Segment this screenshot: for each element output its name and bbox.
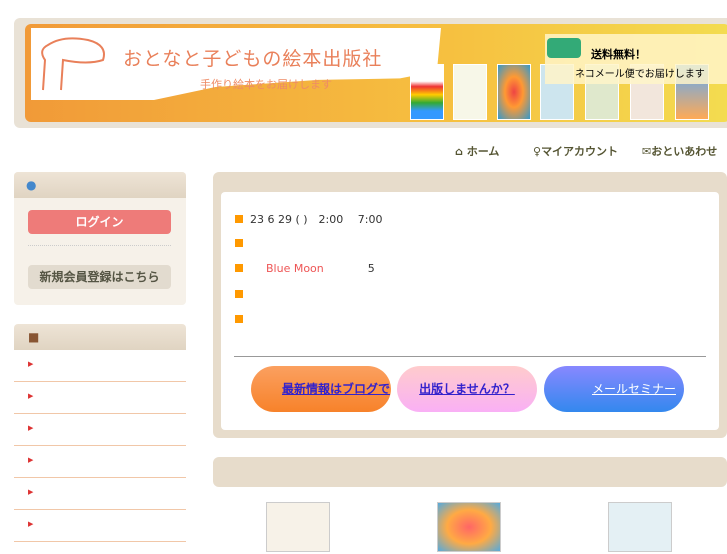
user-icon: ♀	[533, 145, 542, 158]
news-text: 23 6 29 ( ) 2:00 7:00	[250, 213, 383, 226]
home-icon: ⌂	[455, 145, 463, 158]
nav-label: ホーム	[466, 145, 500, 158]
category-item[interactable]: ▶	[14, 510, 186, 542]
seminar-button[interactable]: メールセミナー	[544, 366, 684, 412]
mail-icon: ✉	[642, 145, 652, 158]
bus-icon	[547, 38, 581, 58]
arrow-icon: ▶	[28, 424, 34, 432]
book-icon: ■	[28, 330, 40, 344]
category-item[interactable]: ▶	[14, 478, 186, 510]
blue-moon-link[interactable]: Blue Moon	[266, 262, 324, 275]
category-header: ■	[14, 324, 186, 350]
book-cover[interactable]	[497, 64, 531, 120]
category-item[interactable]: ▶	[14, 382, 186, 414]
shipping-text: ネコメール便でお届けします	[575, 69, 705, 80]
news-text: 5	[367, 262, 375, 275]
book-cover[interactable]	[453, 64, 487, 120]
category-item[interactable]: ▶	[14, 350, 186, 382]
blog-label: 最新情報はブログで	[281, 382, 390, 396]
news-panel: 23 6 29 ( ) 2:00 7:00 Blue Moon 5 最新情報はブロ…	[213, 172, 727, 438]
key-icon: ●	[26, 178, 37, 192]
giraffe-logo-icon	[41, 37, 105, 91]
arrow-icon: ▶	[28, 392, 34, 400]
bullet-icon	[235, 239, 243, 247]
news-item: 23 6 29 ( ) 2:00 7:00	[235, 211, 382, 227]
bullet-icon	[235, 315, 243, 323]
arrow-icon: ▶	[28, 488, 34, 496]
category-item[interactable]: ▶	[14, 414, 186, 446]
site-subtitle: 手作り絵本をお届けします	[200, 78, 332, 91]
category-item[interactable]: ▶	[14, 446, 186, 478]
news-item: Blue Moon 5	[235, 262, 375, 275]
news-item	[235, 313, 250, 326]
blog-button[interactable]: 最新情報はブログで	[251, 366, 391, 412]
bullet-icon	[235, 215, 243, 223]
book-cover[interactable]	[410, 64, 444, 120]
bullet-icon	[235, 264, 243, 272]
arrow-icon: ▶	[28, 456, 34, 464]
nav-contact[interactable]: ✉おといあわせ	[642, 143, 717, 159]
seminar-label: メールセミナー	[591, 382, 676, 396]
publish-label: 出版しませんか？	[419, 382, 515, 396]
publish-button[interactable]: 出版しませんか？	[397, 366, 537, 412]
login-box-header: ●	[14, 172, 186, 198]
nav-label: おといあわせ	[651, 145, 718, 158]
register-button[interactable]: 新規会員登録はこちら	[28, 265, 171, 289]
divider	[234, 356, 706, 357]
news-item	[235, 288, 250, 301]
nav-home[interactable]: ⌂ ホーム	[455, 143, 499, 159]
arrow-icon: ▶	[28, 360, 34, 368]
bullet-icon	[235, 290, 243, 298]
products-panel-header	[213, 457, 727, 487]
site-title: おとなと子どもの絵本出版社	[123, 48, 383, 70]
shipping-banner: 送料無料！ ネコメール便でお届けします	[545, 34, 727, 84]
nav-my-account[interactable]: ♀マイアカウント	[533, 143, 618, 159]
category-box: ■ ▶ ▶ ▶ ▶ ▶ ▶	[14, 324, 186, 554]
divider	[28, 245, 171, 246]
login-box: ● ログイン 新規会員登録はこちら	[14, 172, 186, 305]
site-banner[interactable]: おとなと子どもの絵本出版社 手作り絵本をお届けします 送料無料！ ネコメール便で…	[25, 24, 727, 122]
nav-label: マイアカウント	[541, 145, 619, 158]
shipping-title: 送料無料！	[591, 48, 646, 61]
news-content: 23 6 29 ( ) 2:00 7:00 Blue Moon 5 最新情報はブロ…	[221, 192, 719, 430]
arrow-icon: ▶	[28, 520, 34, 528]
login-button[interactable]: ログイン	[28, 210, 171, 234]
news-item	[235, 237, 250, 250]
